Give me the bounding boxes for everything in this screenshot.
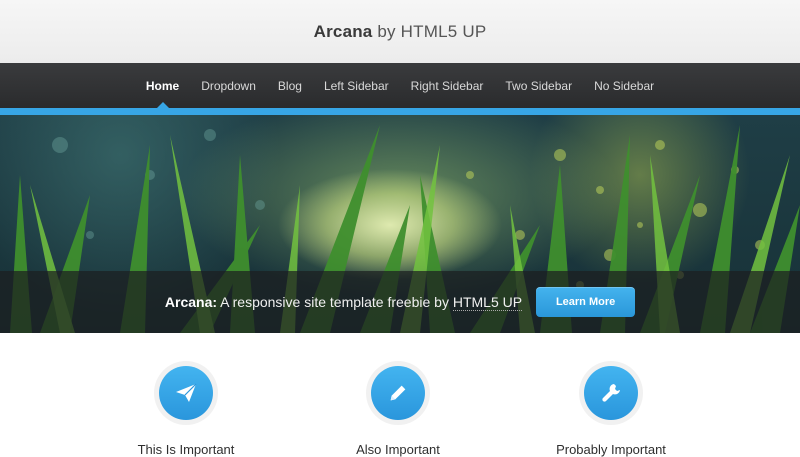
nav-item-left-sidebar[interactable]: Left Sidebar xyxy=(313,63,400,108)
feature-icon-circle xyxy=(159,366,213,420)
hero-banner: Arcana: A responsive site template freeb… xyxy=(0,115,800,333)
banner-tagline: Arcana: A responsive site template freeb… xyxy=(164,294,523,311)
site-byline: by HTML5 UP xyxy=(377,21,487,41)
wrench-icon xyxy=(602,384,620,402)
nav-item-two-sidebar[interactable]: Two Sidebar xyxy=(494,63,583,108)
nav-item-home[interactable]: Home xyxy=(135,63,190,108)
feature-item: Probably Important xyxy=(551,361,671,457)
feature-icon-ring xyxy=(366,361,430,425)
site-title[interactable]: Arcana by HTML5 UP xyxy=(314,22,487,42)
main-nav: Home Dropdown Blog Left Sidebar Right Si… xyxy=(0,63,800,108)
feature-icon-ring xyxy=(579,361,643,425)
site-header: Arcana by HTML5 UP xyxy=(0,0,800,63)
site-brand: Arcana xyxy=(313,21,373,41)
feature-item: This Is Important xyxy=(126,361,246,457)
learn-more-button[interactable]: Learn More xyxy=(536,287,636,317)
nav-item-dropdown[interactable]: Dropdown xyxy=(190,63,267,108)
banner-tagline-text: A responsive site template freebie by xyxy=(217,294,453,310)
paper-plane-icon xyxy=(176,383,197,402)
features-section: This Is Important Also Important Probabl… xyxy=(0,333,800,457)
nav-item-right-sidebar[interactable]: Right Sidebar xyxy=(400,63,495,108)
feature-title: Probably Important xyxy=(556,442,666,457)
nav-item-no-sidebar[interactable]: No Sidebar xyxy=(583,63,665,108)
banner-tagline-lead: Arcana: xyxy=(164,294,218,310)
pencil-icon xyxy=(390,385,406,401)
feature-icon-circle xyxy=(371,366,425,420)
nav-accent-bar xyxy=(0,108,800,115)
feature-title: This Is Important xyxy=(137,442,235,457)
feature-icon-circle xyxy=(584,366,638,420)
banner-caption-bar: Arcana: A responsive site template freeb… xyxy=(0,271,800,333)
feature-icon-ring xyxy=(154,361,218,425)
nav-item-blog[interactable]: Blog xyxy=(267,63,313,108)
feature-item: Also Important xyxy=(338,361,458,457)
feature-title: Also Important xyxy=(356,442,440,457)
banner-tagline-link[interactable]: HTML5 UP xyxy=(452,294,523,311)
